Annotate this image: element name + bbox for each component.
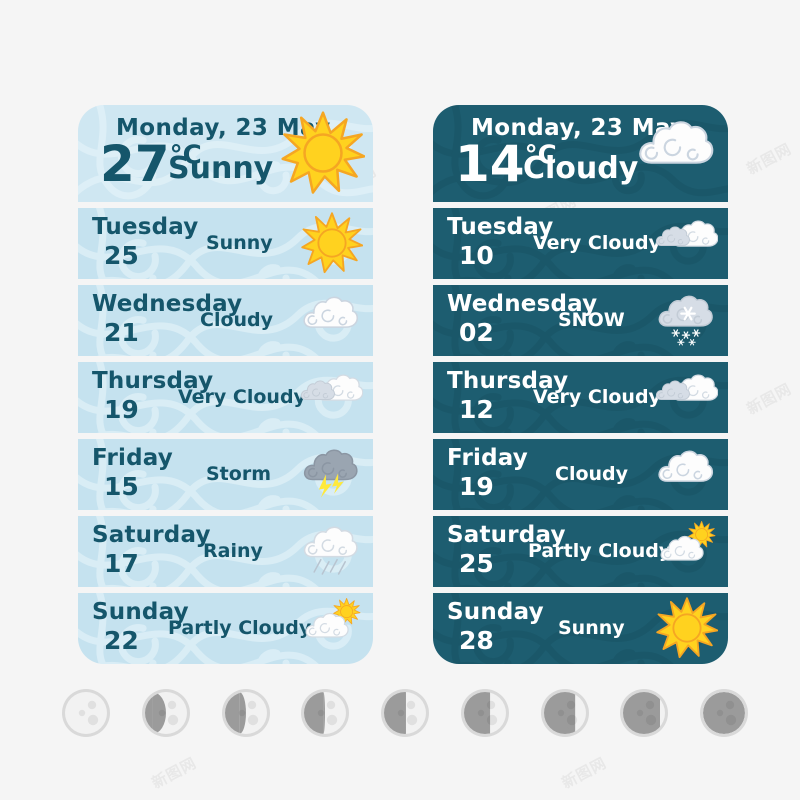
moon-phase-full-moon — [60, 687, 112, 743]
forecast-condition: Partly Cloudy — [528, 540, 672, 562]
weather-panel-light: Monday, 23 May 27°C Sunny Tuesday 25 Sunny Wed… — [78, 105, 373, 664]
forecast-condition: Storm — [206, 463, 271, 485]
forecast-row[interactable]: Saturday 17 Rainy — [78, 516, 373, 587]
forecast-condition: Very Cloudy — [533, 386, 661, 408]
watermark: 新图网 — [558, 753, 610, 793]
rain-icon — [301, 520, 363, 581]
forecast-temperature: 15 — [104, 472, 139, 501]
forecast-temperature: 02 — [459, 318, 494, 347]
watermark: 新图网 — [743, 379, 795, 419]
header-condition: Sunny — [168, 151, 274, 186]
header-condition: Cloudy — [523, 151, 639, 186]
forecast-condition: Sunny — [206, 232, 273, 254]
forecast-condition: Rainy — [203, 540, 263, 562]
forecast-day-name: Tuesday — [92, 214, 199, 240]
sun-icon — [656, 597, 719, 663]
forecast-condition: Partly Cloudy — [168, 617, 312, 639]
forecast-temperature: 22 — [104, 626, 139, 655]
moon-phase-waning-crescent-2 — [539, 687, 591, 743]
forecast-condition: Sunny — [558, 617, 625, 639]
moon-phase-last-quarter — [379, 687, 431, 743]
storm-icon — [301, 443, 363, 503]
forecast-temperature: 25 — [459, 549, 494, 578]
forecast-condition: Cloudy — [555, 463, 629, 485]
weather-header-row[interactable]: Monday, 23 May 14°C Cloudy — [433, 105, 728, 202]
forecast-temperature: 19 — [104, 395, 139, 424]
watermark: 新图网 — [743, 139, 795, 179]
forecast-row[interactable]: Thursday 19 Very Cloudy — [78, 362, 373, 433]
moon-phase-waning-crescent-1 — [459, 687, 511, 743]
forecast-row[interactable]: Sunday 28 Sunny — [433, 593, 728, 664]
forecast-day-name: Friday — [92, 445, 173, 471]
forecast-row[interactable]: Wednesday 21 Cloudy — [78, 285, 373, 356]
forecast-temperature: 28 — [459, 626, 494, 655]
partly-cloudy-icon — [301, 597, 363, 651]
forecast-temperature: 21 — [104, 318, 139, 347]
forecast-row[interactable]: Sunday 22 Partly Cloudy — [78, 593, 373, 664]
watermark: 新图网 — [148, 753, 200, 793]
forecast-row[interactable]: Wednesday 02 SNOW — [433, 285, 728, 356]
header-temperature-value: 14 — [455, 135, 525, 193]
forecast-condition: SNOW — [558, 309, 625, 331]
forecast-day-name: Saturday — [92, 522, 211, 548]
weather-panel-dark: Monday, 23 May 14°C Cloudy Tuesday 10 Very Cl… — [433, 105, 728, 664]
forecast-temperature: 25 — [104, 241, 139, 270]
moon-phase-waning-gibbous-3 — [299, 687, 351, 743]
very-cloudy-icon — [655, 212, 719, 264]
cloud-icon — [656, 443, 718, 495]
partly-cloudy-icon — [656, 520, 718, 574]
moon-phase-waning-gibbous-2 — [220, 687, 272, 743]
forecast-row[interactable]: Friday 15 Storm — [78, 439, 373, 510]
forecast-row[interactable]: Friday 19 Cloudy — [433, 439, 728, 510]
very-cloudy-icon — [300, 366, 364, 418]
sun-icon — [281, 111, 366, 199]
snow-icon — [656, 289, 718, 352]
moon-phase-strip — [60, 684, 750, 746]
forecast-row[interactable]: Saturday 25 Partly Cloudy — [433, 516, 728, 587]
forecast-row[interactable]: Thursday 12 Very Cloudy — [433, 362, 728, 433]
forecast-temperature: 12 — [459, 395, 494, 424]
forecast-day-name: Friday — [447, 445, 528, 471]
very-cloudy-icon — [655, 366, 719, 418]
header-temperature-value: 27 — [100, 135, 170, 193]
moon-phase-new-moon — [698, 687, 750, 743]
cloud-icon — [301, 289, 363, 341]
cloud-icon — [636, 111, 720, 181]
forecast-condition: Cloudy — [200, 309, 274, 331]
forecast-day-name: Sunday — [447, 599, 544, 625]
moon-phase-waning-crescent-3 — [618, 687, 670, 743]
forecast-row[interactable]: Tuesday 25 Sunny — [78, 208, 373, 279]
moon-phase-waning-gibbous-1 — [140, 687, 192, 743]
forecast-temperature: 10 — [459, 241, 494, 270]
forecast-temperature: 19 — [459, 472, 494, 501]
sun-icon — [301, 212, 364, 278]
forecast-temperature: 17 — [104, 549, 139, 578]
forecast-condition: Very Cloudy — [533, 232, 661, 254]
weather-header-row[interactable]: Monday, 23 May 27°C Sunny — [78, 105, 373, 202]
forecast-row[interactable]: Tuesday 10 Very Cloudy — [433, 208, 728, 279]
forecast-condition: Very Cloudy — [178, 386, 306, 408]
